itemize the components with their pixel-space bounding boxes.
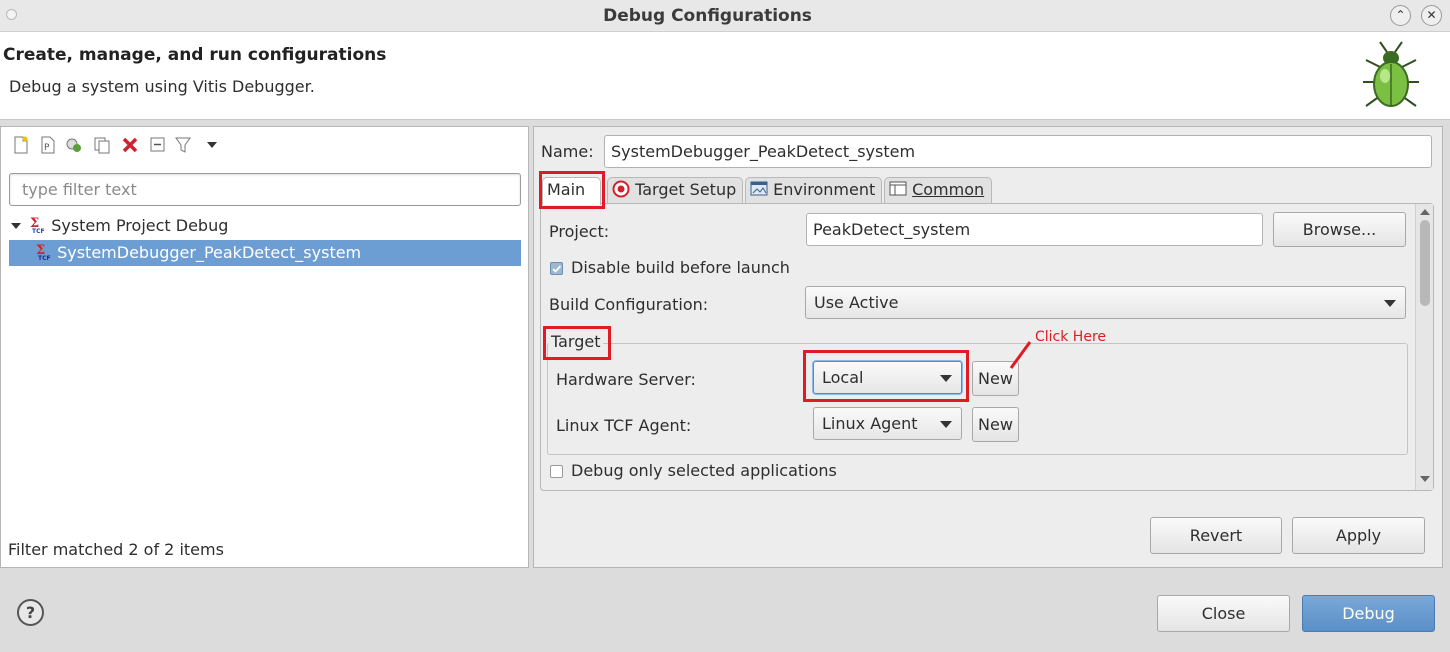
main-tab-content: Project: PeakDetect_system Browse... Dis…: [540, 203, 1434, 491]
duplicate-icon[interactable]: [93, 136, 111, 154]
header-description: Debug a system using Vitis Debugger.: [9, 77, 315, 96]
disable-build-checkbox[interactable]: [550, 262, 563, 275]
common-icon: [889, 181, 907, 196]
project-label: Project:: [549, 222, 610, 241]
scrollbar-thumb[interactable]: [1420, 220, 1430, 306]
linux-tcf-agent-dropdown[interactable]: Linux Agent: [813, 407, 962, 440]
tree-item-label: SystemDebugger_PeakDetect_system: [57, 243, 362, 262]
checkmark-icon: [552, 265, 562, 273]
configuration-editor-panel: Name: Main Target Setup Environment Comm…: [533, 126, 1443, 568]
build-configuration-value: Use Active: [814, 293, 899, 312]
tcf-config-type-icon: Σ TCF: [30, 216, 45, 235]
tcf-launch-config-icon: Σ TCF: [36, 243, 51, 262]
title-bar: Debug Configurations ⌃ ✕: [0, 0, 1450, 32]
tree-item-system-project-debug[interactable]: Σ TCF System Project Debug: [9, 213, 521, 239]
project-field[interactable]: PeakDetect_system: [806, 213, 1263, 246]
debug-button[interactable]: Debug: [1302, 595, 1435, 632]
debug-selected-checkbox[interactable]: [550, 465, 563, 478]
name-input[interactable]: [604, 135, 1432, 168]
click-here-annotation: Click Here: [1035, 329, 1107, 345]
collapse-all-icon[interactable]: [149, 136, 167, 154]
chevron-down-icon: [940, 421, 952, 428]
scroll-down-icon[interactable]: [1420, 476, 1430, 482]
close-button[interactable]: Close: [1157, 595, 1290, 632]
hardware-server-highlight: [803, 350, 969, 402]
maximize-icon[interactable]: ⌃: [1390, 5, 1411, 26]
dialog-header: Create, manage, and run configurations D…: [0, 32, 1450, 120]
main-tab-highlight: [539, 171, 605, 209]
disable-build-label: Disable build before launch: [571, 258, 790, 277]
tree-item-systemdebugger-peakdetect[interactable]: Σ TCF SystemDebugger_PeakDetect_system: [9, 240, 521, 266]
new-prototype-icon[interactable]: P: [39, 136, 57, 154]
linux-tcf-agent-value: Linux Agent: [822, 414, 918, 433]
configuration-list-panel: P Σ TCF System Project Debug Σ TCF Syste…: [0, 126, 529, 568]
build-configuration-label: Build Configuration:: [549, 295, 709, 314]
delete-icon[interactable]: [121, 136, 139, 154]
filter-icon[interactable]: [174, 136, 192, 154]
export-configuration-icon[interactable]: [65, 136, 83, 154]
view-menu-chevron-down-icon[interactable]: [203, 136, 221, 154]
help-icon[interactable]: ?: [17, 599, 44, 626]
chevron-down-icon: [1384, 300, 1396, 307]
environment-icon: [750, 181, 768, 196]
build-configuration-dropdown[interactable]: Use Active: [805, 286, 1406, 319]
close-window-icon[interactable]: ✕: [1421, 5, 1442, 26]
debug-selected-label: Debug only selected applications: [571, 461, 837, 480]
debug-bug-icon: [1363, 41, 1419, 107]
svg-text:TCF: TCF: [32, 228, 45, 234]
scroll-up-icon[interactable]: [1420, 209, 1430, 215]
expand-chevron-down-icon[interactable]: [11, 223, 21, 229]
svg-text:P: P: [44, 143, 50, 153]
browse-button[interactable]: Browse...: [1273, 212, 1406, 247]
apply-button[interactable]: Apply: [1292, 517, 1425, 554]
header-title: Create, manage, and run configurations: [3, 45, 387, 65]
name-label: Name:: [541, 142, 594, 161]
filter-input[interactable]: [9, 173, 521, 206]
hardware-server-label: Hardware Server:: [556, 370, 696, 389]
linux-tcf-agent-label: Linux TCF Agent:: [556, 416, 692, 435]
new-configuration-icon[interactable]: [12, 136, 30, 154]
target-highlight: [543, 326, 611, 360]
tab-common[interactable]: Common: [884, 177, 992, 203]
annotation-arrow: [1009, 341, 1032, 369]
tab-label: Environment: [773, 180, 876, 199]
tab-label: Common: [912, 180, 985, 199]
revert-button[interactable]: Revert: [1150, 517, 1282, 554]
filter-status: Filter matched 2 of 2 items: [8, 540, 224, 559]
target-icon: [612, 180, 630, 198]
linux-tcf-agent-new-button[interactable]: New: [972, 407, 1019, 442]
tree-item-label: System Project Debug: [51, 216, 229, 235]
svg-text:TCF: TCF: [38, 255, 51, 261]
tab-environment[interactable]: Environment: [745, 177, 882, 203]
tab-label: Target Setup: [635, 180, 737, 199]
vertical-scrollbar[interactable]: [1415, 204, 1433, 490]
tab-target-setup[interactable]: Target Setup: [607, 177, 743, 203]
window-title: Debug Configurations: [603, 6, 812, 26]
